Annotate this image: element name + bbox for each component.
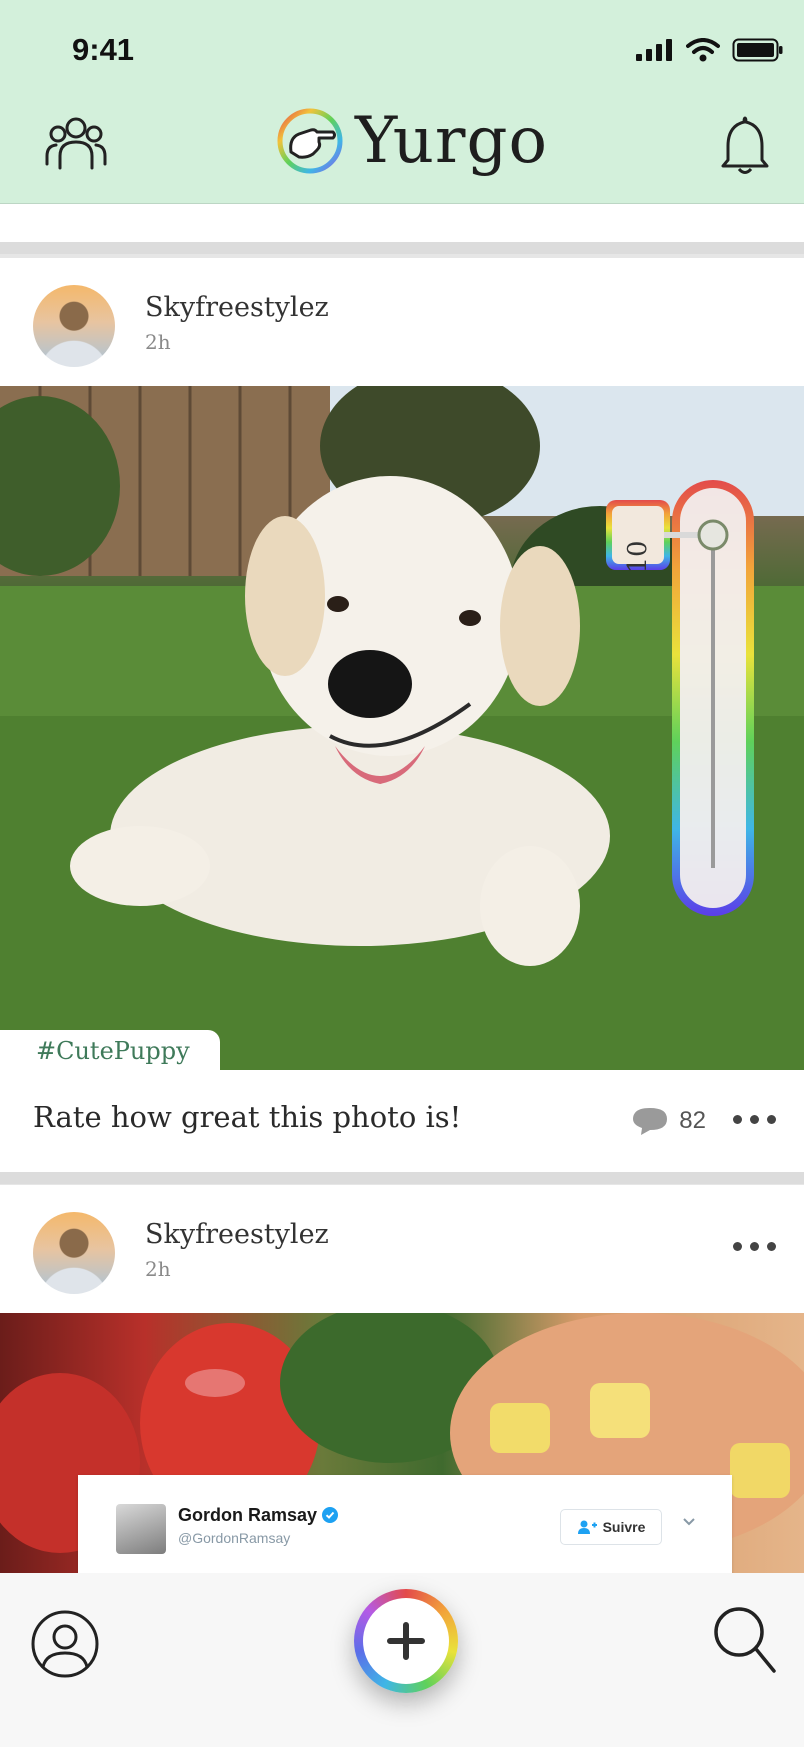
tweet-avatar [116,1504,166,1554]
chevron-down-icon[interactable] [682,1517,696,1527]
add-button-face [363,1598,449,1684]
comment-icon [633,1108,668,1135]
bell-icon [721,116,769,174]
status-time: 9:41 [72,32,135,67]
battery-icon [732,38,783,62]
app-header: 9:41 Yurgo [0,0,804,204]
rating-value: 10 [623,540,653,574]
wifi-icon [686,38,720,62]
post-header: Skyfreestylez 2h [0,1185,804,1313]
notifications-button[interactable] [720,114,770,180]
profile-icon[interactable] [30,1609,100,1679]
post-footer: Rate how great this photo is! 82 [0,1070,804,1172]
post-username[interactable]: Skyfreestylez [145,1219,329,1250]
post-time: 2h [145,330,171,354]
previous-post-tail [0,204,804,254]
more-options-icon[interactable] [733,1115,776,1124]
friends-icon [45,117,107,170]
post-time: 2h [145,1257,171,1281]
avatar[interactable] [33,285,115,367]
tweet-author-handle: @GordonRamsay [178,1530,291,1546]
follow-button[interactable]: Suivre [560,1509,662,1545]
add-user-icon [577,1520,597,1534]
comment-count: 82 [679,1107,706,1134]
status-icons [636,38,784,62]
post-username[interactable]: Skyfreestylez [145,292,329,323]
avatar[interactable] [33,1212,115,1294]
tweet-author-name: Gordon Ramsay [178,1505,339,1526]
search-icon[interactable] [712,1605,778,1677]
verified-badge-icon [322,1507,339,1523]
add-post-button[interactable] [354,1589,458,1693]
pointing-hand-logo [277,108,343,174]
embedded-tweet[interactable]: Gordon Ramsay @GordonRamsay Suivre [78,1475,732,1585]
post-caption: Rate how great this photo is! [33,1100,462,1134]
add-icon [387,1622,425,1660]
signal-icon [636,39,672,61]
brand: Yurgo [277,108,548,174]
comments-button[interactable]: 82 [631,1106,706,1136]
post-header: Skyfreestylez 2h [0,258,804,386]
post-separator [0,1172,804,1184]
friends-button[interactable] [44,114,108,176]
hashtag[interactable]: #CutePuppy [0,1030,220,1070]
post-photo[interactable]: 10 [0,386,804,1070]
app-name: Yurgo [355,104,548,178]
more-options-icon[interactable] [733,1242,776,1251]
